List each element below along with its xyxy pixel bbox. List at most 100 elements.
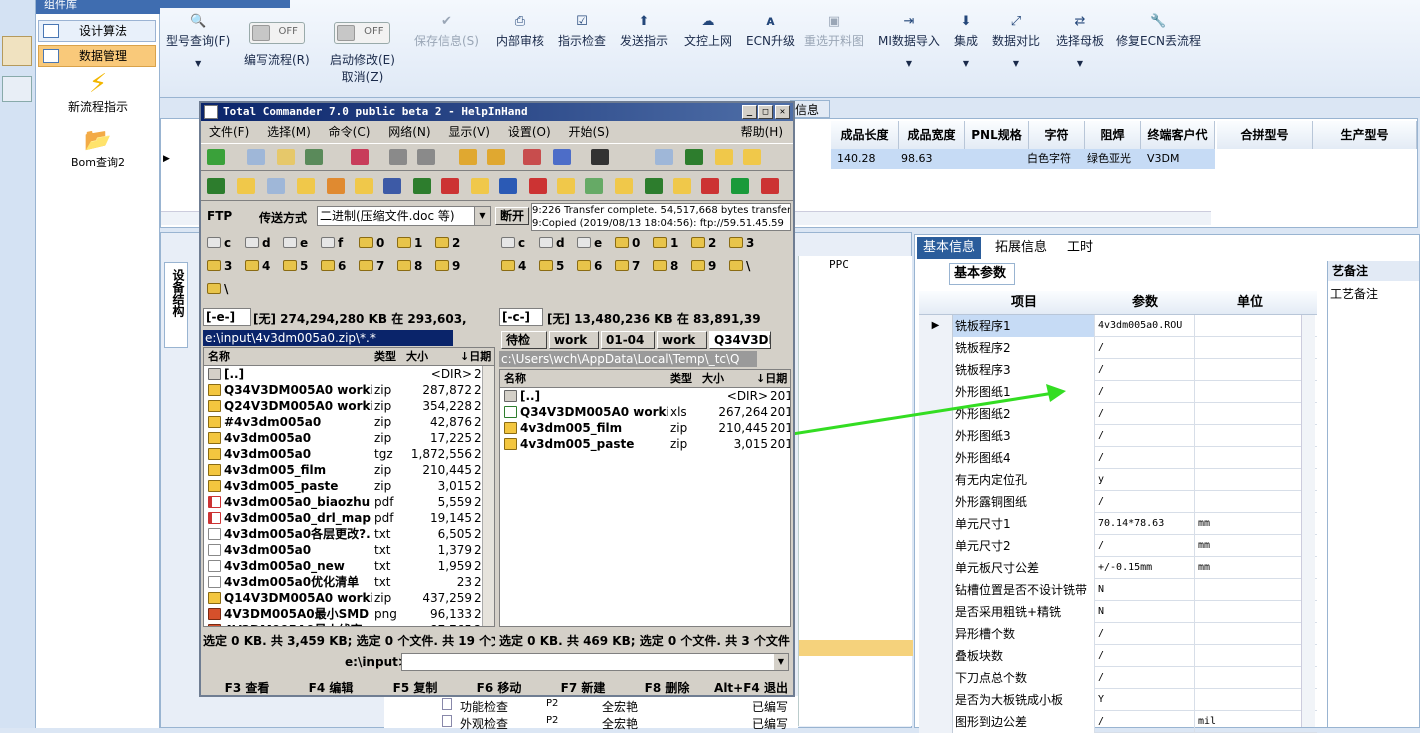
file-row[interactable]: 4v3dm005a0tgz1,872,556201 — [204, 446, 494, 462]
drive-button[interactable]: \ — [729, 259, 750, 273]
menu-start[interactable]: 开始(S) — [568, 125, 609, 139]
function-key-button[interactable]: F4 编辑 — [291, 679, 371, 697]
column-header[interactable]: 大小 — [702, 370, 724, 388]
drive-button[interactable]: \ — [207, 282, 228, 296]
folder-tab[interactable]: work — [657, 331, 707, 349]
file-row[interactable]: 4v3dm005a0_biaozhupdf5,559201 — [204, 494, 494, 510]
folder-icon[interactable] — [557, 178, 575, 194]
p-icon[interactable] — [731, 178, 749, 194]
file-row[interactable]: 4v3dm005a0_drl_mappdf19,145201 — [204, 510, 494, 526]
brief-view-icon[interactable] — [247, 149, 265, 165]
function-key-button[interactable]: F5 复制 — [375, 679, 455, 697]
maximize-button[interactable]: □ — [758, 105, 773, 119]
left-drive-select[interactable]: [-e-] — [203, 308, 251, 326]
pack-icon[interactable] — [459, 149, 477, 165]
drive-button[interactable]: 0 — [359, 236, 384, 250]
drive-button[interactable]: d — [245, 236, 271, 250]
file-row[interactable]: 4v3dm005a0各层更改?.txt6,505201 — [204, 526, 494, 542]
menu-file[interactable]: 文件(F) — [209, 125, 249, 139]
folder-icon[interactable] — [297, 178, 315, 194]
right-path-bar[interactable]: c:\Users\wch\AppData\Local\Temp\_tc\Q — [499, 351, 757, 367]
refresh-icon[interactable] — [207, 149, 225, 165]
menu-help[interactable]: 帮助(H) — [741, 122, 783, 142]
file-row[interactable]: 4v3dm005_pastezip3,015201 — [204, 478, 494, 494]
drive-button[interactable]: 2 — [691, 236, 716, 250]
function-key-button[interactable]: F7 新建 — [543, 679, 623, 697]
ftp-log[interactable]: 9:226 Transfer complete. 54,517,668 byte… — [531, 203, 791, 231]
file-row[interactable]: 4v3dm005_film zip 210,4452019/ — [500, 420, 790, 436]
function-key-button[interactable]: Alt+F4 退出 — [711, 679, 791, 697]
menu-select[interactable]: 选择(M) — [267, 125, 311, 139]
drive-button[interactable]: 7 — [615, 259, 640, 273]
file-row[interactable]: 4v3dm005_filmzip210,445201 — [204, 462, 494, 478]
archive-icon[interactable] — [585, 178, 603, 194]
forward-icon[interactable] — [417, 149, 435, 165]
excel-icon[interactable] — [207, 178, 225, 194]
menu-view[interactable]: 显示(V) — [448, 125, 490, 139]
url-icon[interactable] — [553, 149, 571, 165]
folder-icon[interactable] — [355, 178, 373, 194]
column-header[interactable]: 名称 — [504, 370, 526, 388]
drive-button[interactable]: 9 — [691, 259, 716, 273]
drive-button[interactable]: e — [577, 236, 602, 250]
folder-icon[interactable] — [743, 149, 761, 165]
function-key-button[interactable]: F6 移动 — [459, 679, 539, 697]
drive-button[interactable]: 5 — [283, 259, 308, 273]
file-row[interactable]: 4v3dm005a0_newtxt1,959201 — [204, 558, 494, 574]
column-header[interactable]: 名称 — [208, 348, 230, 366]
mark-icon[interactable] — [351, 149, 369, 165]
pdf-icon[interactable] — [761, 178, 779, 194]
drive-button[interactable]: 6 — [577, 259, 602, 273]
column-header[interactable]: 大小 — [406, 348, 428, 366]
file-row[interactable]: 4v3dm005a0txt1,379201 — [204, 542, 494, 558]
notepad-icon[interactable] — [655, 149, 673, 165]
file-row[interactable]: #4v3dm005a0zip42,876201 — [204, 414, 494, 430]
drive-button[interactable]: d — [539, 236, 565, 250]
folder-tab[interactable]: work — [549, 331, 599, 349]
excel-icon[interactable] — [685, 149, 703, 165]
file-row[interactable]: 4V3DM005A0最小SMD ..png96,133201 — [204, 606, 494, 622]
column-header[interactable]: 类型 — [670, 370, 692, 388]
file-row[interactable]: Q14V3DM005A0 workin..zip437,259201 — [204, 590, 494, 606]
folder-tab[interactable]: 01-04 — [601, 331, 655, 349]
drive-button[interactable]: 8 — [653, 259, 678, 273]
unpack-icon[interactable] — [487, 149, 505, 165]
folder-tab[interactable]: Q34V3DM( — [709, 331, 771, 349]
file-row[interactable]: Q34V3DM005A0 workin..zip287,872201 — [204, 382, 494, 398]
ftp-connect-icon[interactable] — [523, 149, 541, 165]
excel-icon[interactable] — [413, 178, 431, 194]
right-file-list[interactable]: 名称 类型 大小 ↓日期 [..]<DIR>2019/Q34V3DM005A0 … — [499, 369, 791, 627]
left-path-bar[interactable]: e:\input\4v3dm005a0.zip\*.* — [203, 330, 453, 346]
globe-icon[interactable] — [383, 178, 401, 194]
folder-tab[interactable]: 待检 — [501, 331, 547, 349]
folder-icon[interactable] — [471, 178, 489, 194]
folder-icon[interactable] — [715, 149, 733, 165]
column-header[interactable]: 类型 — [374, 348, 396, 366]
drive-button[interactable]: 3 — [729, 236, 754, 250]
drive-button[interactable]: 4 — [245, 259, 270, 273]
transfer-mode-select[interactable]: 二进制(压缩文件.doc 等) ▼ — [317, 206, 491, 226]
binoculars-icon[interactable] — [591, 149, 609, 165]
back-icon[interactable] — [389, 149, 407, 165]
drive-button[interactable]: c — [501, 236, 525, 250]
drive-button[interactable]: 1 — [397, 236, 422, 250]
word-icon[interactable] — [499, 178, 517, 194]
pdf-icon[interactable] — [701, 178, 719, 194]
pdf-icon[interactable] — [441, 178, 459, 194]
file-row[interactable]: Q24V3DM005A0 workin..zip354,228201 — [204, 398, 494, 414]
file-row[interactable]: 4v3dm005a0优化清单txt23201 — [204, 574, 494, 590]
vertical-scrollbar[interactable] — [482, 366, 494, 626]
menu-network[interactable]: 网络(N) — [388, 125, 430, 139]
right-drive-select[interactable]: [-c-] — [499, 308, 543, 326]
function-key-button[interactable]: F3 查看 — [207, 679, 287, 697]
folder-icon[interactable] — [615, 178, 633, 194]
drive-button[interactable]: 1 — [653, 236, 678, 250]
folder-icon[interactable] — [673, 178, 691, 194]
thumbnail-icon[interactable] — [305, 149, 323, 165]
file-row[interactable]: Q34V3DM005A0 workin..xls 267,2642019/ — [500, 404, 790, 420]
folder-icon[interactable] — [237, 178, 255, 194]
command-line-input[interactable]: ▼ — [401, 653, 789, 671]
pdf-icon[interactable] — [529, 178, 547, 194]
file-row[interactable]: 4v3dm005a0zip17,225201 — [204, 430, 494, 446]
file-icon[interactable] — [267, 178, 285, 194]
